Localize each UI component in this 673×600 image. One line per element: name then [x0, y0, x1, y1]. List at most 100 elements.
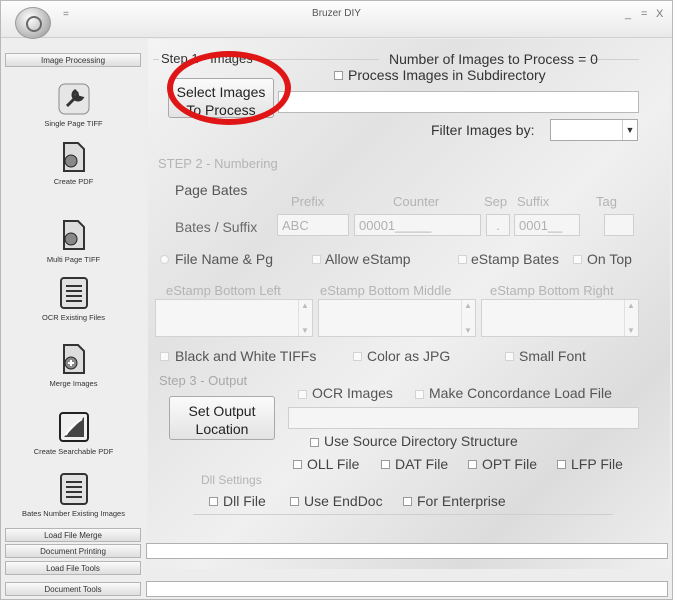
- small-font-label: Small Font: [519, 348, 586, 364]
- suffix-field[interactable]: 0001__: [514, 214, 580, 236]
- tool-label: Multi Page TIFF: [46, 255, 101, 264]
- col-suffix: Suffix: [517, 194, 550, 209]
- scroll-up-icon: ▲: [627, 301, 635, 310]
- make-concordance-label: Make Concordance Load File: [429, 385, 612, 401]
- sidebar-tab-load-file-merge[interactable]: Load File Merge: [5, 528, 141, 542]
- minimize-button[interactable]: _: [625, 8, 631, 20]
- set-output-label-2: Location: [195, 421, 249, 437]
- source-path-field[interactable]: [278, 91, 639, 113]
- file-name-pg-radio[interactable]: [160, 255, 169, 264]
- file-name-pg-label: File Name & Pg: [175, 251, 274, 267]
- document-icon: [62, 142, 85, 172]
- oll-file-label: OLL File: [307, 456, 360, 472]
- scroll-up-icon: ▲: [464, 301, 472, 310]
- prefix-field[interactable]: ABC: [277, 214, 349, 236]
- title-bar: = Bruzer DIY _ = X: [1, 1, 672, 39]
- color-jpg-label: Color as JPG: [367, 348, 451, 364]
- tag-field[interactable]: [604, 214, 634, 236]
- sidebar-tab-document-printing[interactable]: Document Printing: [5, 544, 141, 558]
- allow-estamp-label: Allow eStamp: [325, 251, 411, 267]
- sidebar-header-image-processing[interactable]: Image Processing: [5, 53, 141, 67]
- maximize-button[interactable]: =: [641, 8, 647, 20]
- status-bar-top: [146, 543, 668, 559]
- tool-multi-page-tiff[interactable]: Multi Page TIFF: [1, 217, 146, 264]
- use-source-directory-checkbox[interactable]: [310, 438, 319, 447]
- document-plus-icon: [62, 344, 85, 374]
- dat-file-checkbox[interactable]: [381, 460, 390, 469]
- col-sep: Sep: [484, 194, 508, 209]
- dat-file-label: DAT File: [395, 456, 449, 472]
- step2-legend: STEP 2 - Numbering: [158, 156, 278, 171]
- on-top-checkbox[interactable]: [573, 255, 582, 264]
- counter-field[interactable]: 00001_____: [354, 214, 481, 236]
- scrollbar[interactable]: ▲ ▼: [298, 300, 312, 336]
- tool-bates-number-existing-images[interactable]: Bates Number Existing Images: [1, 471, 146, 518]
- dll-file-checkbox[interactable]: [209, 497, 218, 506]
- filter-images-dropdown[interactable]: ▼: [550, 119, 638, 141]
- use-source-directory-label: Use Source Directory Structure: [324, 433, 518, 449]
- bates-suffix-label: Bates / Suffix: [175, 219, 258, 235]
- estamp-bates-checkbox[interactable]: [458, 255, 467, 264]
- app-window: = Bruzer DIY _ = X Image Processing Sing…: [0, 0, 673, 600]
- dll-file-label: Dll File: [223, 493, 266, 509]
- scrollbar[interactable]: ▲ ▼: [624, 300, 638, 336]
- make-concordance-checkbox[interactable]: [415, 390, 424, 399]
- process-subdirectory-label: Process Images in Subdirectory: [348, 67, 546, 83]
- scroll-down-icon: ▼: [464, 326, 472, 335]
- estamp-bottom-right-textarea[interactable]: ▲ ▼: [481, 299, 639, 337]
- opt-file-label: OPT File: [482, 456, 537, 472]
- step1-border: [591, 59, 639, 60]
- col-tag: Tag: [596, 194, 617, 209]
- allow-estamp-checkbox[interactable]: [312, 255, 321, 264]
- small-font-checkbox[interactable]: [505, 352, 514, 361]
- for-enterprise-checkbox[interactable]: [403, 497, 412, 506]
- oll-file-checkbox[interactable]: [293, 460, 302, 469]
- tool-label: Merge Images: [49, 379, 98, 388]
- col-counter: Counter: [393, 194, 440, 209]
- scroll-up-icon: ▲: [301, 301, 309, 310]
- tool-merge-images[interactable]: Merge Images: [1, 341, 146, 388]
- estamp-bates-label: eStamp Bates: [471, 251, 559, 267]
- document-icon: [62, 220, 85, 250]
- dll-settings-legend: Dll Settings: [201, 473, 262, 487]
- highlight-annotation: [167, 51, 291, 125]
- estamp-bottom-left-textarea[interactable]: ▲ ▼: [155, 299, 313, 337]
- output-path-field[interactable]: [288, 407, 639, 429]
- ocr-images-checkbox[interactable]: [298, 390, 307, 399]
- page-bates-label: Page Bates: [175, 182, 248, 198]
- col-prefix: Prefix: [291, 194, 325, 209]
- tool-single-page-tiff[interactable]: Single Page TIFF: [1, 81, 146, 128]
- separator-field[interactable]: .: [486, 214, 510, 236]
- image-count-label: Number of Images to Process = 0: [389, 51, 598, 67]
- estamp-bottom-right-label: eStamp Bottom Right: [490, 283, 614, 298]
- set-output-label-1: Set Output: [188, 403, 256, 419]
- wrench-icon: [58, 83, 89, 115]
- on-top-label: On Top: [587, 251, 632, 267]
- lfp-file-checkbox[interactable]: [557, 460, 566, 469]
- step3-legend: Step 3 - Output: [159, 373, 248, 388]
- sidebar-tab-document-tools[interactable]: Document Tools: [5, 582, 141, 596]
- color-jpg-checkbox[interactable]: [353, 352, 362, 361]
- document-list-icon: [59, 277, 88, 309]
- opt-file-checkbox[interactable]: [468, 460, 477, 469]
- scrollbar[interactable]: ▲ ▼: [461, 300, 475, 336]
- tool-create-searchable-pdf[interactable]: Create Searchable PDF: [1, 409, 146, 456]
- bw-tiffs-checkbox[interactable]: [160, 352, 169, 361]
- tool-ocr-existing-files[interactable]: OCR Existing Files: [1, 275, 146, 322]
- for-enterprise-label: For Enterprise: [417, 493, 506, 509]
- tool-label: Single Page TIFF: [44, 119, 103, 128]
- ocr-images-label: OCR Images: [312, 385, 393, 401]
- sidebar-tab-load-file-tools[interactable]: Load File Tools: [5, 561, 141, 575]
- estamp-bottom-middle-label: eStamp Bottom Middle: [320, 283, 452, 298]
- estamp-bottom-middle-textarea[interactable]: ▲ ▼: [318, 299, 476, 337]
- use-enddoc-checkbox[interactable]: [290, 497, 299, 506]
- document-list-icon: [59, 473, 88, 505]
- step1-border: [153, 59, 159, 60]
- scroll-down-icon: ▼: [627, 326, 635, 335]
- step1-border: [267, 59, 379, 60]
- tool-create-pdf[interactable]: Create PDF: [1, 139, 146, 186]
- set-output-location-button[interactable]: Set Output Location: [169, 396, 275, 440]
- process-subdirectory-checkbox[interactable]: [334, 71, 343, 80]
- close-button[interactable]: X: [656, 8, 663, 20]
- tool-label: Create Searchable PDF: [33, 447, 114, 456]
